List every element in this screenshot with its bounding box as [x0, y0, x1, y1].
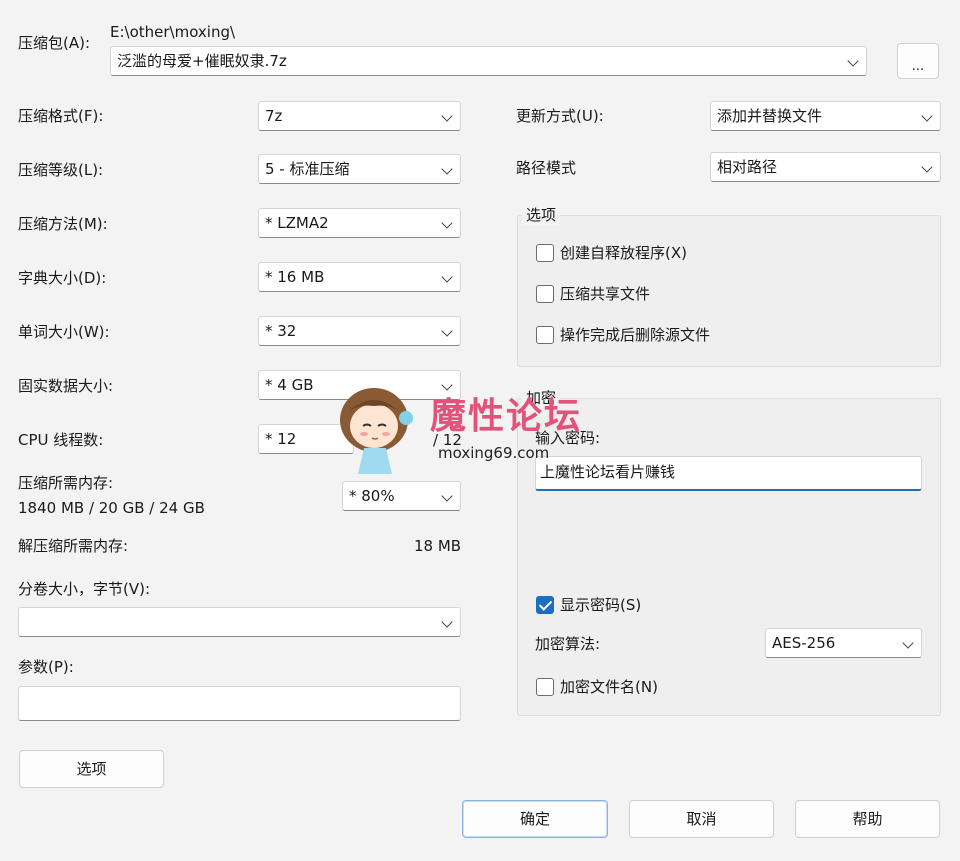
- chevron-down-icon: [441, 490, 453, 502]
- word-value: * 32: [265, 322, 297, 340]
- archive-filename-value: 泛滥的母爱+催眠奴隶.7z: [117, 52, 287, 70]
- show-password-checkbox[interactable]: [536, 596, 554, 614]
- options-button[interactable]: 选项: [19, 750, 164, 788]
- dict-label: 字典大小(D):: [18, 269, 107, 287]
- browse-button[interactable]: ...: [897, 43, 939, 79]
- word-combo[interactable]: * 32: [258, 316, 461, 346]
- archive-path: E:\other\moxing\: [110, 23, 236, 41]
- volume-combo[interactable]: [18, 607, 461, 637]
- sfx-label[interactable]: 创建自释放程序(X): [560, 243, 687, 263]
- chevron-down-icon: [902, 637, 914, 649]
- memory-detail: 1840 MB / 20 GB / 24 GB: [18, 499, 205, 517]
- delete-checkbox[interactable]: [536, 326, 554, 344]
- watermark-mascot-icon: [330, 378, 420, 478]
- level-combo[interactable]: 5 - 标准压缩: [258, 154, 461, 184]
- chevron-down-icon: [441, 616, 453, 628]
- options-group-title: 选项: [522, 205, 561, 225]
- archive-filename-combo[interactable]: 泛滥的母爱+催眠奴隶.7z: [110, 46, 867, 76]
- dict-value: * 16 MB: [265, 268, 325, 286]
- update-label: 更新方式(U):: [516, 107, 604, 125]
- update-value: 添加并替换文件: [717, 107, 823, 125]
- decomp-value: 18 MB: [414, 537, 462, 555]
- help-button[interactable]: 帮助: [795, 800, 940, 838]
- enc-method-label: 加密算法:: [535, 635, 601, 653]
- level-value: 5 - 标准压缩: [265, 160, 350, 178]
- method-label: 压缩方法(M):: [18, 215, 108, 233]
- word-label: 单词大小(W):: [18, 323, 110, 341]
- password-value: 上魔性论坛看片赚钱: [540, 463, 676, 481]
- pathmode-combo[interactable]: 相对路径: [710, 152, 941, 182]
- decomp-label: 解压缩所需内存:: [18, 537, 129, 555]
- ok-button[interactable]: 确定: [462, 800, 608, 838]
- chevron-down-icon: [921, 110, 933, 122]
- encrypt-names-label[interactable]: 加密文件名(N): [560, 677, 658, 697]
- cancel-button[interactable]: 取消: [629, 800, 774, 838]
- shared-label[interactable]: 压缩共享文件: [560, 284, 650, 304]
- method-value: * LZMA2: [265, 214, 329, 232]
- solid-label: 固实数据大小:: [18, 377, 114, 395]
- memory-value: * 80%: [349, 487, 395, 505]
- format-combo[interactable]: 7z: [258, 101, 461, 131]
- update-combo[interactable]: 添加并替换文件: [710, 101, 941, 131]
- chevron-down-icon: [847, 55, 859, 67]
- solid-value: * 4 GB: [265, 376, 314, 394]
- archive-label: 压缩包(A):: [18, 34, 91, 52]
- show-password-label[interactable]: 显示密码(S): [560, 595, 641, 615]
- method-combo[interactable]: * LZMA2: [258, 208, 461, 238]
- chevron-down-icon: [441, 271, 453, 283]
- delete-label[interactable]: 操作完成后删除源文件: [560, 325, 710, 345]
- watermark-url: moxing69.com: [438, 444, 550, 462]
- memory-combo[interactable]: * 80%: [342, 481, 461, 511]
- chevron-down-icon: [921, 161, 933, 173]
- params-label: 参数(P):: [18, 658, 74, 676]
- volume-label: 分卷大小，字节(V):: [18, 580, 151, 598]
- chevron-down-icon: [441, 379, 453, 391]
- watermark-title: 魔性论坛: [430, 395, 583, 437]
- memory-label: 压缩所需内存:: [18, 474, 114, 492]
- format-label: 压缩格式(F):: [18, 107, 104, 125]
- encrypt-names-checkbox[interactable]: [536, 678, 554, 696]
- threads-label: CPU 线程数:: [18, 431, 104, 449]
- enc-method-combo[interactable]: AES-256: [765, 628, 922, 658]
- chevron-down-icon: [441, 163, 453, 175]
- pathmode-label: 路径模式: [516, 159, 577, 177]
- pathmode-value: 相对路径: [717, 158, 778, 176]
- sfx-checkbox[interactable]: [536, 244, 554, 262]
- shared-checkbox[interactable]: [536, 285, 554, 303]
- format-value: 7z: [265, 107, 283, 125]
- dict-combo[interactable]: * 16 MB: [258, 262, 461, 292]
- params-input[interactable]: [18, 686, 461, 721]
- threads-value: * 12: [265, 430, 297, 448]
- chevron-down-icon: [441, 325, 453, 337]
- chevron-down-icon: [441, 217, 453, 229]
- password-input[interactable]: 上魔性论坛看片赚钱: [535, 456, 922, 491]
- chevron-down-icon: [441, 110, 453, 122]
- level-label: 压缩等级(L):: [18, 161, 104, 179]
- enc-method-value: AES-256: [772, 634, 836, 652]
